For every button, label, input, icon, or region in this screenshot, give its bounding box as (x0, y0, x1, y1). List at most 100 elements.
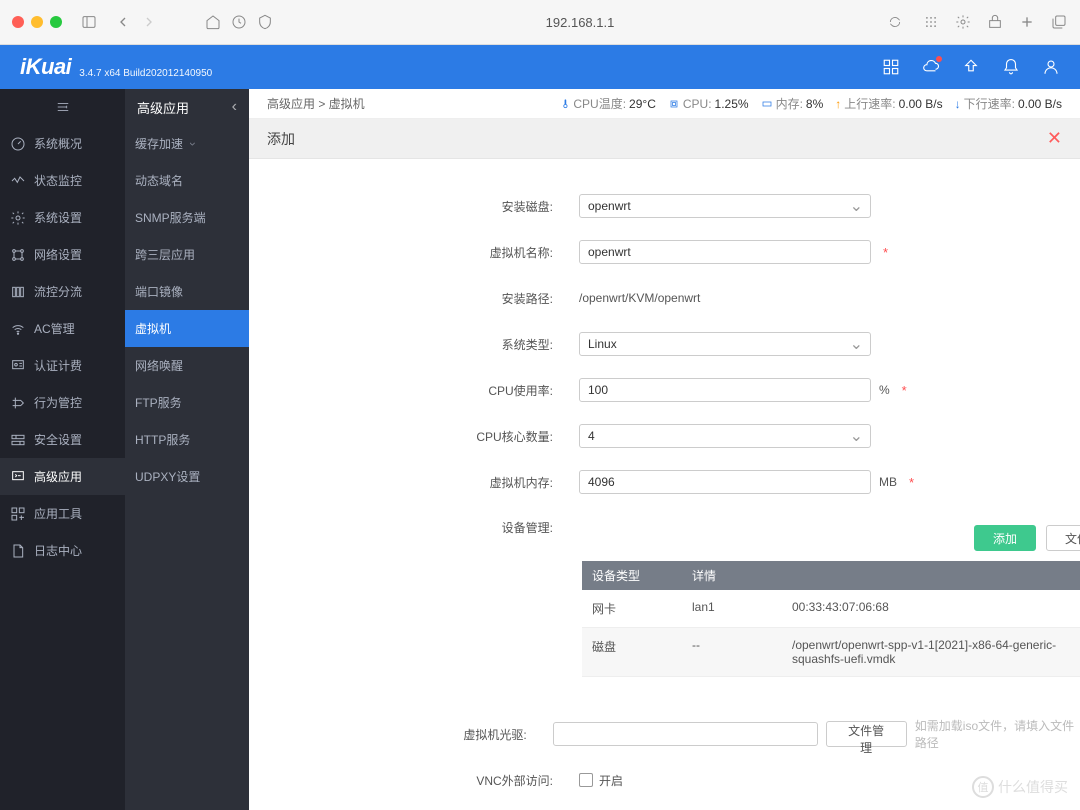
path-value: /openwrt/KVM/openwrt (579, 291, 700, 305)
tabs-icon[interactable] (1050, 13, 1068, 31)
version-text: 3.4.7 x64 Build202012140950 (79, 68, 212, 89)
advanced-icon (10, 469, 26, 485)
cpu-usage-label: CPU使用率: (249, 382, 579, 399)
share-icon[interactable] (986, 13, 1004, 31)
stat-cpu-temp: CPU温度: 29°C (560, 95, 655, 112)
os-select[interactable] (579, 332, 871, 356)
add-device-button[interactable]: 添加 (974, 525, 1036, 551)
sidebar-item-7[interactable]: 行为管控 (0, 384, 125, 421)
name-label: 虚拟机名称: (249, 244, 579, 261)
sidebar-item-0[interactable]: 系统概况 (0, 125, 125, 162)
apps-icon[interactable] (882, 58, 900, 76)
wifi-icon (10, 321, 26, 337)
grid-icon[interactable] (922, 13, 940, 31)
bell-icon[interactable] (1002, 58, 1020, 76)
close-icon[interactable]: ✕ (1047, 128, 1062, 149)
maximize-window[interactable] (50, 16, 62, 28)
cdrom-label: 虚拟机光驱: (249, 726, 553, 743)
sidebar-item-5[interactable]: AC管理 (0, 310, 125, 347)
upgrade-icon[interactable] (962, 58, 980, 76)
sidebar-item-2[interactable]: 系统设置 (0, 199, 125, 236)
logs-icon (10, 543, 26, 559)
shield-icon[interactable] (256, 13, 274, 31)
app-header: iKuai 3.4.7 x64 Build202012140950 (0, 45, 1080, 89)
th-op: 操作 (1072, 561, 1080, 590)
delete-link[interactable]: 删除 (1072, 590, 1080, 628)
subsidebar-item-9[interactable]: UDPXY设置 (125, 458, 249, 495)
minimize-window[interactable] (31, 16, 43, 28)
browser-chrome: 192.168.1.1 (0, 0, 1080, 45)
user-icon[interactable] (1042, 58, 1060, 76)
disk-select[interactable] (579, 194, 871, 218)
forward-icon[interactable] (140, 13, 158, 31)
network-icon (10, 247, 26, 263)
breadcrumb-bar: 高级应用 > 虚拟机 CPU温度: 29°C CPU: 1.25% 内存: 8%… (249, 89, 1080, 119)
cdrom-hint: 如需加载iso文件，请填入文件路径 (915, 717, 1080, 751)
sidebar-item-8[interactable]: 安全设置 (0, 421, 125, 458)
cpu-usage-input[interactable] (579, 378, 871, 402)
behavior-icon (10, 395, 26, 411)
stat-mem: 内存: 8% (761, 95, 824, 112)
monitor-icon (10, 173, 26, 189)
sidebar-item-3[interactable]: 网络设置 (0, 236, 125, 273)
file-mgmt-button[interactable]: 文件管理 (1046, 525, 1080, 551)
subsidebar-item-5[interactable]: 虚拟机 (125, 310, 249, 347)
page-title: 添加 (267, 129, 295, 149)
subsidebar-item-0[interactable]: 缓存加速 (125, 125, 249, 162)
sidebar-item-1[interactable]: 状态监控 (0, 162, 125, 199)
tools-icon (10, 506, 26, 522)
primary-sidebar: 系统概况状态监控系统设置网络设置流控分流AC管理认证计费行为管控安全设置高级应用… (0, 89, 125, 810)
mem-label: 虚拟机内存: (249, 474, 579, 491)
collapse-toggle[interactable] (0, 89, 125, 125)
delete-link[interactable]: 删除 (1072, 628, 1080, 677)
cpu-cores-label: CPU核心数量: (249, 428, 579, 445)
subsidebar-item-2[interactable]: SNMP服务端 (125, 199, 249, 236)
main-content: 高级应用 > 虚拟机 CPU温度: 29°C CPU: 1.25% 内存: 8%… (249, 89, 1080, 810)
subsidebar-item-7[interactable]: FTP服务 (125, 384, 249, 421)
firewall-icon (10, 432, 26, 448)
sidebar-item-10[interactable]: 应用工具 (0, 495, 125, 532)
sidebar-item-9[interactable]: 高级应用 (0, 458, 125, 495)
sidebar-item-4[interactable]: 流控分流 (0, 273, 125, 310)
secondary-sidebar-title: 高级应用‹ (125, 89, 249, 125)
stat-download: ↓下行速率: 0.00 B/s (955, 95, 1062, 112)
th-type: 设备类型 (582, 561, 682, 590)
name-input[interactable] (579, 240, 871, 264)
vm-form: 安装磁盘: 虚拟机名称:* 安装路径:/openwrt/KVM/openwrt … (249, 159, 1080, 810)
home-icon[interactable] (204, 13, 222, 31)
url-bar[interactable]: 192.168.1.1 (282, 15, 878, 30)
subsidebar-item-4[interactable]: 端口镜像 (125, 273, 249, 310)
sidebar-item-11[interactable]: 日志中心 (0, 532, 125, 569)
stat-upload: ↑上行速率: 0.00 B/s (835, 95, 942, 112)
stat-cpu: CPU: 1.25% (668, 97, 749, 111)
reload-icon[interactable] (886, 13, 904, 31)
breadcrumb-path: 高级应用 > 虚拟机 (267, 95, 365, 112)
required-mark: * (883, 245, 888, 260)
new-tab-icon[interactable] (1018, 13, 1036, 31)
mem-input[interactable] (579, 470, 871, 494)
history-icon[interactable] (230, 13, 248, 31)
disk-label: 安装磁盘: (249, 198, 579, 215)
vnc-ext-checkbox[interactable]: 开启 (579, 772, 623, 789)
subsidebar-item-6[interactable]: 网络唤醒 (125, 347, 249, 384)
dashboard-icon (10, 136, 26, 152)
brand-logo: iKuai (20, 54, 71, 80)
sidebar-item-6[interactable]: 认证计费 (0, 347, 125, 384)
subsidebar-item-1[interactable]: 动态域名 (125, 162, 249, 199)
os-label: 系统类型: (249, 336, 579, 353)
close-window[interactable] (12, 16, 24, 28)
subsidebar-item-3[interactable]: 跨三层应用 (125, 236, 249, 273)
sidebar-toggle-icon[interactable] (80, 13, 98, 31)
back-icon[interactable] (114, 13, 132, 31)
dev-label: 设备管理: (249, 519, 579, 536)
cpu-cores-select[interactable] (579, 424, 871, 448)
cloud-icon[interactable] (922, 58, 940, 76)
page-title-bar: 添加 ✕ (249, 119, 1080, 159)
vnc-ext-label: VNC外部访问: (249, 772, 579, 789)
cdrom-input[interactable] (553, 722, 818, 746)
gear-icon (10, 210, 26, 226)
auth-icon (10, 358, 26, 374)
cdrom-file-button[interactable]: 文件管理 (826, 721, 907, 747)
subsidebar-item-8[interactable]: HTTP服务 (125, 421, 249, 458)
gear-icon[interactable] (954, 13, 972, 31)
